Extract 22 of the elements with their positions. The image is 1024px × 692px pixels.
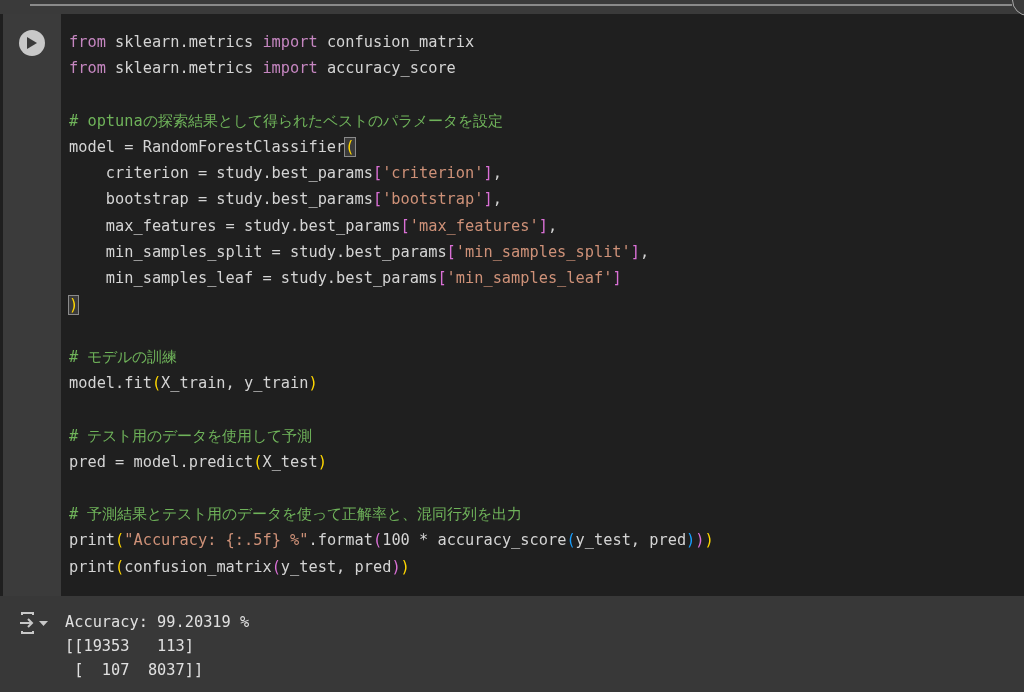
code-line: from sklearn.metrics import confusion_matrix: [69, 32, 475, 53]
output-toggle-icon[interactable]: [18, 612, 49, 634]
output-line: [[19353 113]: [65, 636, 194, 657]
code-line: # モデルの訓練: [69, 346, 178, 368]
code-line: # 予測結果とテスト用のデータを使って正解率と、混同行列を出力: [69, 504, 523, 526]
run-button[interactable]: [19, 30, 45, 56]
code-line: criterion = study.best_params['criterion'],: [104, 163, 502, 185]
code-line: pred = model.predict(X_test): [69, 451, 327, 473]
code-line: # テスト用のデータを使用して予測: [69, 425, 313, 447]
code-line: from sklearn.metrics import accuracy_score: [69, 58, 456, 80]
code-line: # optunaの探索結果として得られたベストのパラメータを設定: [69, 110, 503, 132]
code-line: model.fit(X_train, y_train): [69, 373, 318, 395]
output-line: Accuracy: 99.20319 %: [65, 612, 250, 633]
code-line: min_samples_leaf = study.best_params['min_samples_leaf']: [104, 268, 622, 290]
play-icon: [27, 37, 37, 49]
code-line: max_features = study.best_params['max_features'],: [104, 215, 558, 237]
code-line: bootstrap = study.best_params['bootstrap'],: [104, 189, 502, 211]
code-line: print("Accuracy: {:.5f} %".format(100 * accuracy_score(y_test, pred))): [69, 530, 714, 552]
output-line: [ 107 8037]]: [73, 660, 204, 681]
code-line: model = RandomForestClassifier(: [69, 136, 355, 158]
code-line: min_samples_split = study.best_params['min_samples_split'],: [104, 242, 650, 264]
code-line: print(confusion_matrix(y_test, pred)): [69, 556, 410, 578]
